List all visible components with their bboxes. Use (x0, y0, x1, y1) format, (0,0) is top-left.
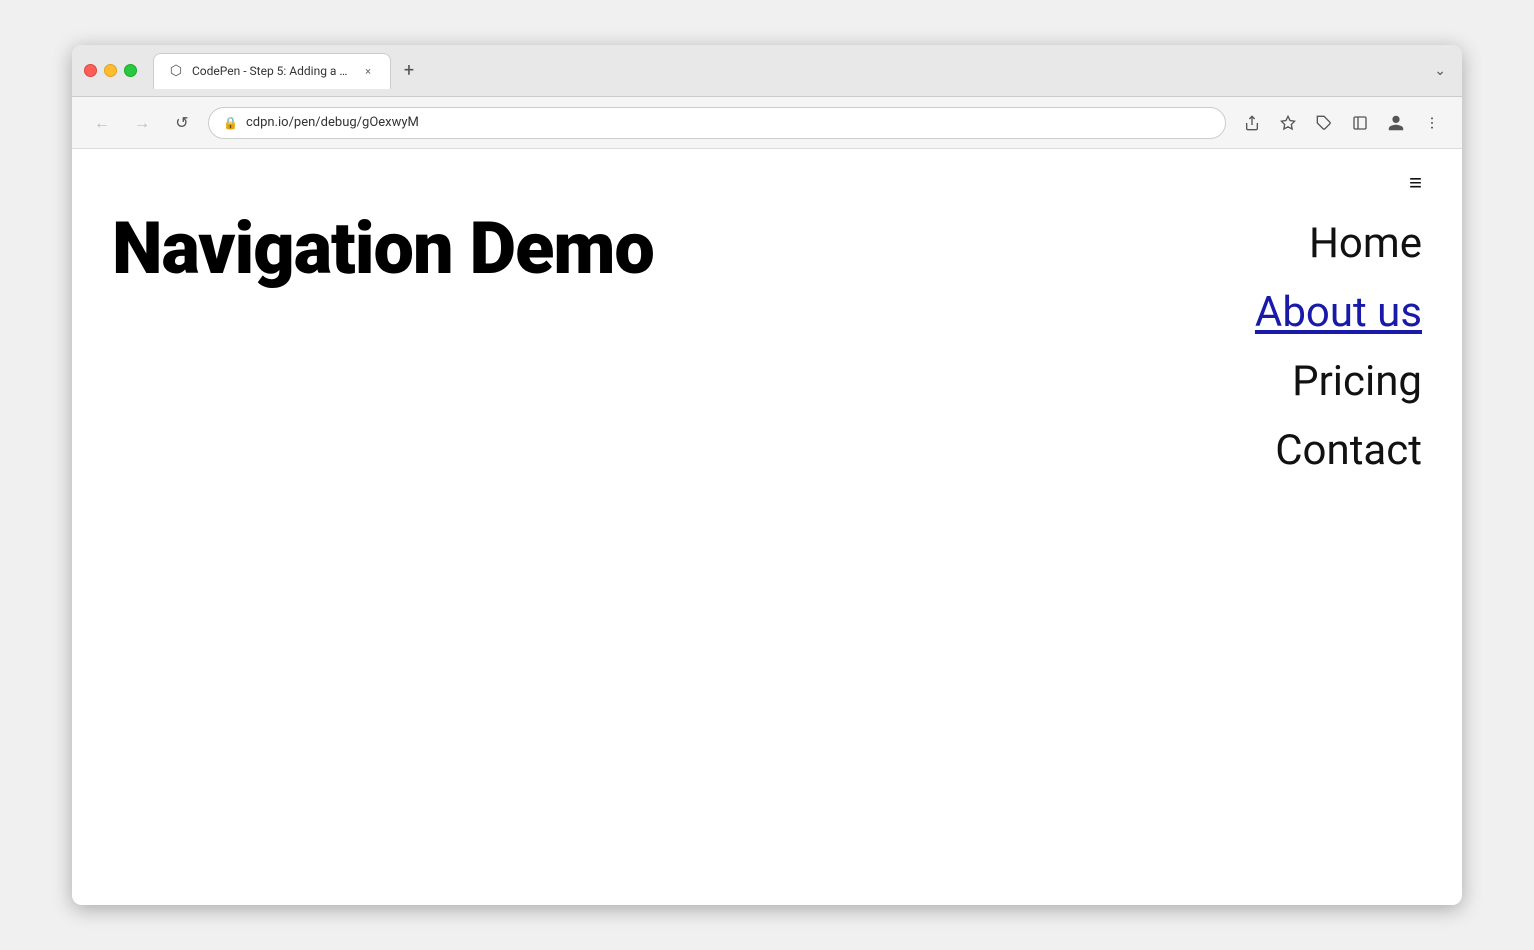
bookmark-button[interactable] (1274, 109, 1302, 137)
page-title-area: Navigation Demo (112, 209, 654, 288)
url-bar[interactable]: 🔒 cdpn.io/pen/debug/gOexwyM (208, 107, 1226, 139)
extensions-button[interactable] (1310, 109, 1338, 137)
page-content: Navigation Demo ≡ Home About us Pricing … (72, 149, 1462, 905)
lock-icon: 🔒 (223, 116, 238, 130)
tab-dropdown-button[interactable]: ⌄ (1430, 59, 1450, 83)
address-bar: ← → ↺ 🔒 cdpn.io/pen/debug/gOexwyM (72, 97, 1462, 149)
nav-item-contact[interactable]: Contact (1275, 416, 1422, 485)
tab-bar: ⬡ CodePen - Step 5: Adding a bu × + ⌄ (153, 53, 1450, 89)
page-heading: Navigation Demo (112, 209, 654, 288)
new-tab-button[interactable]: + (395, 57, 423, 85)
traffic-lights (84, 64, 137, 77)
tab-title: CodePen - Step 5: Adding a bu (192, 64, 352, 78)
profile-button[interactable] (1382, 109, 1410, 137)
tab-close-button[interactable]: × (360, 63, 376, 79)
toolbar-actions (1238, 109, 1446, 137)
reload-button[interactable]: ↺ (168, 109, 196, 137)
active-tab[interactable]: ⬡ CodePen - Step 5: Adding a bu × (153, 53, 391, 89)
forward-button[interactable]: → (128, 109, 156, 137)
nav-item-home[interactable]: Home (1309, 209, 1422, 278)
menu-button[interactable] (1418, 109, 1446, 137)
close-window-button[interactable] (84, 64, 97, 77)
nav-item-about[interactable]: About us (1255, 278, 1422, 347)
hamburger-icon[interactable]: ≡ (1409, 173, 1422, 195)
minimize-window-button[interactable] (104, 64, 117, 77)
share-button[interactable] (1238, 109, 1266, 137)
nav-item-pricing[interactable]: Pricing (1292, 347, 1422, 416)
url-text: cdpn.io/pen/debug/gOexwyM (246, 115, 1211, 130)
tab-favicon-icon: ⬡ (168, 63, 184, 79)
navigation-sidebar: ≡ Home About us Pricing Contact (1255, 173, 1422, 485)
title-bar: ⬡ CodePen - Step 5: Adding a bu × + ⌄ (72, 45, 1462, 97)
maximize-window-button[interactable] (124, 64, 137, 77)
sidebar-toggle-button[interactable] (1346, 109, 1374, 137)
browser-window: ⬡ CodePen - Step 5: Adding a bu × + ⌄ ← … (72, 45, 1462, 905)
back-button[interactable]: ← (88, 109, 116, 137)
